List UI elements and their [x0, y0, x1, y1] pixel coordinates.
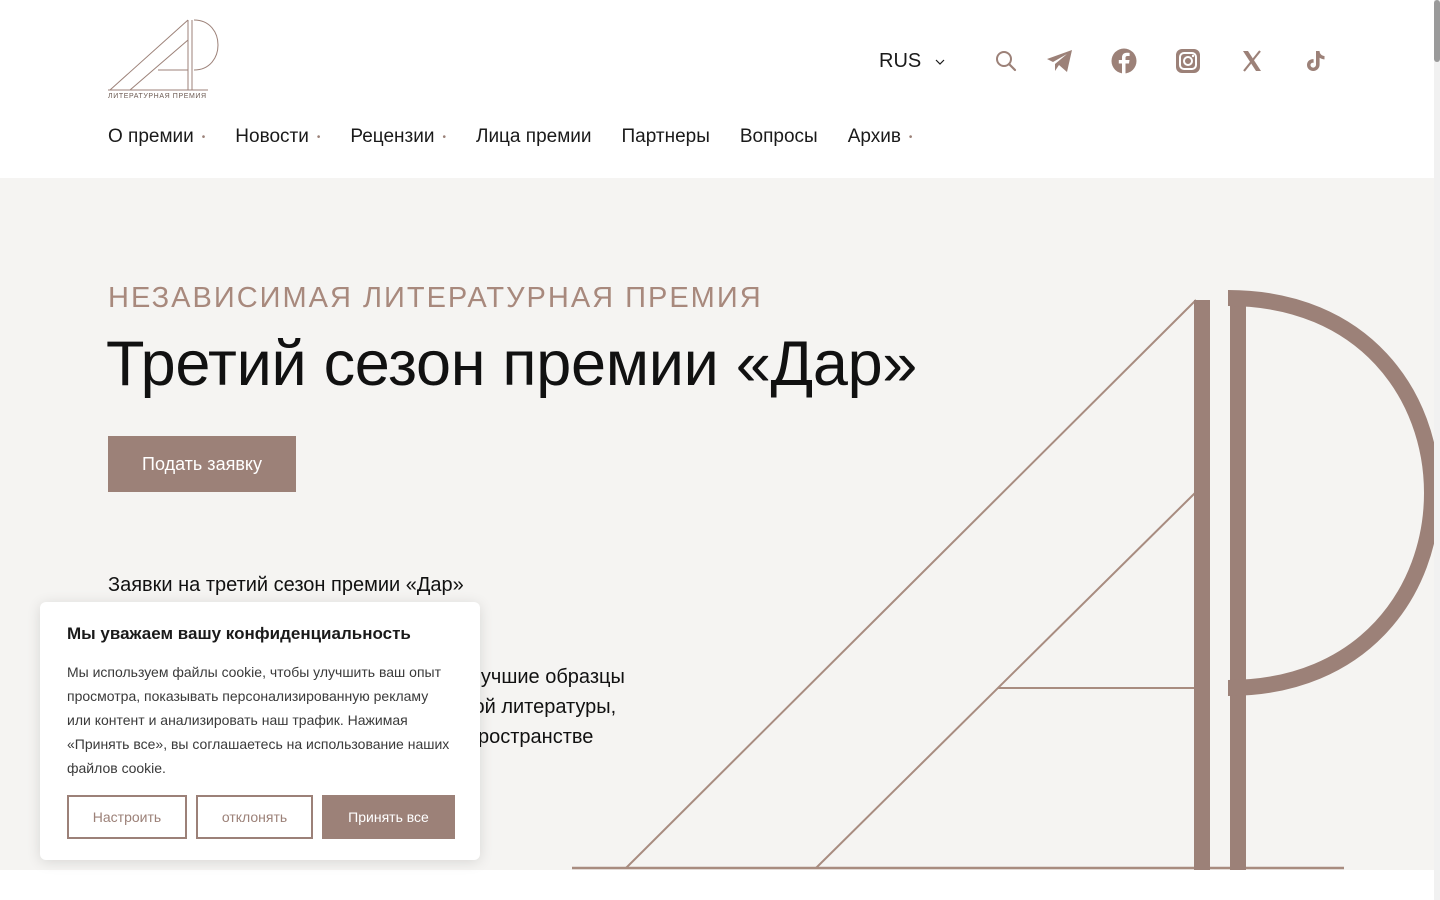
search-icon[interactable]	[991, 46, 1021, 76]
cookie-text: Мы используем файлы cookie, чтобы улучши…	[67, 664, 450, 776]
facebook-icon[interactable]	[1109, 46, 1139, 76]
instagram-icon[interactable]	[1173, 46, 1203, 76]
hero-subtitle: Заявки на третий сезон премии «Дар»	[108, 574, 464, 596]
logo-caption: ЛИТЕРАТУРНАЯ ПРЕМИЯ	[108, 93, 207, 100]
scrollbar[interactable]	[1434, 0, 1440, 900]
chevron-down-icon	[935, 59, 945, 65]
nav-item-label: Рецензии	[350, 126, 435, 147]
nav-item-about[interactable]: О премии •	[108, 126, 205, 148]
nav-item-label: Партнеры	[621, 126, 710, 147]
nav-item-label: Архив	[847, 126, 901, 147]
dropdown-dot-icon: •	[908, 131, 913, 143]
cookie-actions: Настроить отклонять Принять все	[67, 795, 455, 839]
nav-item-faces[interactable]: Лица премии	[476, 126, 592, 148]
hero-kicker: НЕЗАВИСИМАЯ ЛИТЕРАТУРНАЯ ПРЕМИЯ	[108, 282, 763, 314]
bottom-strip	[0, 870, 1434, 900]
x-icon[interactable]	[1237, 46, 1267, 76]
logo[interactable]	[108, 18, 220, 104]
nav-item-news[interactable]: Новости •	[235, 126, 320, 148]
submit-application-button[interactable]: Подать заявку	[108, 436, 296, 492]
language-label: RUS	[879, 50, 922, 72]
nav-item-label: О премии	[108, 126, 194, 147]
language-selector[interactable]: RUS	[879, 50, 945, 73]
nav-item-label: Новости	[235, 126, 309, 147]
cookie-title: Мы уважаем вашу конфиденциальность	[67, 624, 411, 643]
nav-item-label: Вопросы	[739, 126, 818, 147]
nav-item-partners[interactable]: Партнеры	[622, 126, 710, 148]
dropdown-dot-icon: •	[201, 131, 206, 143]
hero-title: Третий сезон премии «Дар»	[106, 329, 918, 399]
cookie-reject-button[interactable]: отклонять	[196, 795, 313, 839]
site-header: ЛИТЕРАТУРНАЯ ПРЕМИЯ RUS О премии • Новост…	[0, 0, 1434, 178]
scrollbar-thumb[interactable]	[1434, 0, 1440, 62]
dropdown-dot-icon: •	[316, 131, 321, 143]
main-nav: О премии • Новости • Рецензии • Лица премии…	[108, 126, 942, 148]
tiktok-icon[interactable]	[1301, 46, 1331, 76]
nav-item-reviews[interactable]: Рецензии •	[350, 126, 446, 148]
cookie-customize-button[interactable]: Настроить	[67, 795, 187, 839]
nav-item-label: Лица премии	[475, 126, 592, 147]
cookie-accept-all-button[interactable]: Принять все	[322, 795, 455, 839]
dropdown-dot-icon: •	[442, 131, 446, 143]
nav-item-archive[interactable]: Архив •	[848, 126, 913, 148]
nav-item-questions[interactable]: Вопросы	[740, 126, 818, 148]
telegram-icon[interactable]	[1045, 46, 1075, 76]
cookie-consent-dialog: Мы уважаем вашу конфиденциальность Мы ис…	[40, 602, 480, 860]
page: ЛИТЕРАТУРНАЯ ПРЕМИЯ RUS О премии • Новост…	[0, 0, 1434, 900]
